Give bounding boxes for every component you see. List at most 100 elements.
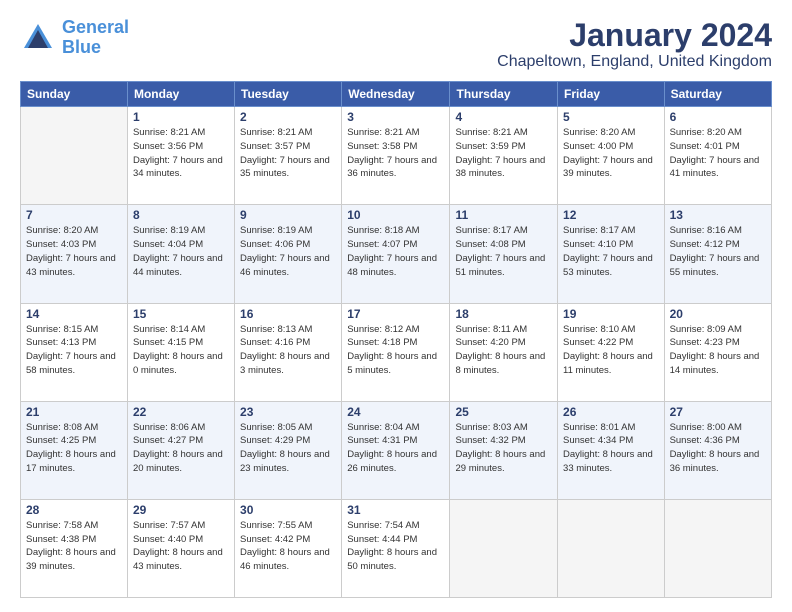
week-row-4: 21 Sunrise: 8:08 AMSunset: 4:25 PMDayligh… xyxy=(21,401,772,499)
day-number: 25 xyxy=(455,405,552,419)
day-number: 30 xyxy=(240,503,336,517)
title-block: January 2024 Chapeltown, England, United… xyxy=(497,18,772,71)
calendar-table: Sunday Monday Tuesday Wednesday Thursday… xyxy=(20,81,772,598)
week-row-5: 28 Sunrise: 7:58 AMSunset: 4:38 PMDayligh… xyxy=(21,499,772,597)
day-number: 11 xyxy=(455,208,552,222)
day-cell: 20 Sunrise: 8:09 AMSunset: 4:23 PMDayligh… xyxy=(664,303,771,401)
day-cell: 29Sunrise: 7:57 AMSunset: 4:40 PMDayligh… xyxy=(127,499,234,597)
day-info: Sunrise: 8:04 AMSunset: 4:31 PMDaylight:… xyxy=(347,421,444,476)
day-number: 13 xyxy=(670,208,766,222)
page: General Blue January 2024 Chapeltown, En… xyxy=(0,0,792,612)
day-number: 28 xyxy=(26,503,122,517)
day-info: Sunrise: 8:17 AMSunset: 4:10 PMDaylight:… xyxy=(563,224,659,279)
day-number: 5 xyxy=(563,110,659,124)
day-info: Sunrise: 8:17 AMSunset: 4:08 PMDaylight:… xyxy=(455,224,552,279)
day-info: Sunrise: 7:55 AMSunset: 4:42 PMDaylight:… xyxy=(240,519,336,574)
day-cell: 18 Sunrise: 8:11 AMSunset: 4:20 PMDayligh… xyxy=(450,303,558,401)
day-cell: 15 Sunrise: 8:14 AMSunset: 4:15 PMDayligh… xyxy=(127,303,234,401)
day-cell: 6Sunrise: 8:20 AMSunset: 4:01 PMDaylight… xyxy=(664,107,771,205)
logo-text: General Blue xyxy=(62,18,129,58)
day-cell: 26Sunrise: 8:01 AMSunset: 4:34 PMDayligh… xyxy=(558,401,665,499)
day-info: Sunrise: 8:20 AMSunset: 4:00 PMDaylight:… xyxy=(563,126,659,181)
day-info: Sunrise: 7:58 AMSunset: 4:38 PMDaylight:… xyxy=(26,519,122,574)
day-info: Sunrise: 8:05 AMSunset: 4:29 PMDaylight:… xyxy=(240,421,336,476)
day-cell: 11 Sunrise: 8:17 AMSunset: 4:08 PMDayligh… xyxy=(450,205,558,303)
header-wednesday: Wednesday xyxy=(342,82,450,107)
header-friday: Friday xyxy=(558,82,665,107)
day-number: 27 xyxy=(670,405,766,419)
day-cell xyxy=(450,499,558,597)
day-cell: 5 Sunrise: 8:20 AMSunset: 4:00 PMDaylight… xyxy=(558,107,665,205)
day-info: Sunrise: 8:01 AMSunset: 4:34 PMDaylight:… xyxy=(563,421,659,476)
day-cell: 24 Sunrise: 8:04 AMSunset: 4:31 PMDayligh… xyxy=(342,401,450,499)
day-number: 10 xyxy=(347,208,444,222)
header-thursday: Thursday xyxy=(450,82,558,107)
day-number: 23 xyxy=(240,405,336,419)
day-info: Sunrise: 8:15 AMSunset: 4:13 PMDaylight:… xyxy=(26,323,122,378)
day-cell: 25 Sunrise: 8:03 AMSunset: 4:32 PMDayligh… xyxy=(450,401,558,499)
day-number: 19 xyxy=(563,307,659,321)
weekday-header-row: Sunday Monday Tuesday Wednesday Thursday… xyxy=(21,82,772,107)
day-cell: 22 Sunrise: 8:06 AMSunset: 4:27 PMDayligh… xyxy=(127,401,234,499)
day-cell: 23 Sunrise: 8:05 AMSunset: 4:29 PMDayligh… xyxy=(235,401,342,499)
day-cell: 9 Sunrise: 8:19 AMSunset: 4:06 PMDaylight… xyxy=(235,205,342,303)
day-number: 24 xyxy=(347,405,444,419)
day-cell xyxy=(21,107,128,205)
day-info: Sunrise: 8:09 AMSunset: 4:23 PMDaylight:… xyxy=(670,323,766,378)
day-cell: 3 Sunrise: 8:21 AMSunset: 3:58 PMDaylight… xyxy=(342,107,450,205)
day-cell: 14 Sunrise: 8:15 AMSunset: 4:13 PMDayligh… xyxy=(21,303,128,401)
logo-icon xyxy=(20,20,56,56)
day-number: 2 xyxy=(240,110,336,124)
day-number: 8 xyxy=(133,208,229,222)
day-info: Sunrise: 8:06 AMSunset: 4:27 PMDaylight:… xyxy=(133,421,229,476)
day-cell: 27Sunrise: 8:00 AMSunset: 4:36 PMDayligh… xyxy=(664,401,771,499)
day-cell: 7 Sunrise: 8:20 AMSunset: 4:03 PMDaylight… xyxy=(21,205,128,303)
day-info: Sunrise: 8:14 AMSunset: 4:15 PMDaylight:… xyxy=(133,323,229,378)
day-number: 9 xyxy=(240,208,336,222)
day-number: 12 xyxy=(563,208,659,222)
day-info: Sunrise: 8:20 AMSunset: 4:01 PMDaylight:… xyxy=(670,126,766,181)
header-sunday: Sunday xyxy=(21,82,128,107)
day-number: 17 xyxy=(347,307,444,321)
header-monday: Monday xyxy=(127,82,234,107)
day-cell: 13Sunrise: 8:16 AMSunset: 4:12 PMDayligh… xyxy=(664,205,771,303)
header-tuesday: Tuesday xyxy=(235,82,342,107)
day-info: Sunrise: 7:57 AMSunset: 4:40 PMDaylight:… xyxy=(133,519,229,574)
week-row-3: 14 Sunrise: 8:15 AMSunset: 4:13 PMDayligh… xyxy=(21,303,772,401)
day-info: Sunrise: 8:11 AMSunset: 4:20 PMDaylight:… xyxy=(455,323,552,378)
day-number: 20 xyxy=(670,307,766,321)
day-number: 15 xyxy=(133,307,229,321)
day-cell: 19 Sunrise: 8:10 AMSunset: 4:22 PMDayligh… xyxy=(558,303,665,401)
day-number: 4 xyxy=(455,110,552,124)
day-number: 14 xyxy=(26,307,122,321)
logo-line2: Blue xyxy=(62,37,101,57)
day-cell: 31 Sunrise: 7:54 AMSunset: 4:44 PMDayligh… xyxy=(342,499,450,597)
day-number: 1 xyxy=(133,110,229,124)
day-info: Sunrise: 8:10 AMSunset: 4:22 PMDaylight:… xyxy=(563,323,659,378)
day-info: Sunrise: 8:20 AMSunset: 4:03 PMDaylight:… xyxy=(26,224,122,279)
day-info: Sunrise: 8:21 AMSunset: 3:59 PMDaylight:… xyxy=(455,126,552,181)
day-number: 18 xyxy=(455,307,552,321)
day-cell: 16Sunrise: 8:13 AMSunset: 4:16 PMDayligh… xyxy=(235,303,342,401)
day-info: Sunrise: 8:19 AMSunset: 4:04 PMDaylight:… xyxy=(133,224,229,279)
day-number: 7 xyxy=(26,208,122,222)
day-cell xyxy=(558,499,665,597)
location-title: Chapeltown, England, United Kingdom xyxy=(497,53,772,71)
day-cell: 2 Sunrise: 8:21 AMSunset: 3:57 PMDaylight… xyxy=(235,107,342,205)
day-cell: 10Sunrise: 8:18 AMSunset: 4:07 PMDayligh… xyxy=(342,205,450,303)
day-info: Sunrise: 7:54 AMSunset: 4:44 PMDaylight:… xyxy=(347,519,444,574)
day-number: 22 xyxy=(133,405,229,419)
day-info: Sunrise: 8:03 AMSunset: 4:32 PMDaylight:… xyxy=(455,421,552,476)
day-info: Sunrise: 8:08 AMSunset: 4:25 PMDaylight:… xyxy=(26,421,122,476)
day-info: Sunrise: 8:21 AMSunset: 3:57 PMDaylight:… xyxy=(240,126,336,181)
week-row-2: 7 Sunrise: 8:20 AMSunset: 4:03 PMDaylight… xyxy=(21,205,772,303)
day-info: Sunrise: 8:19 AMSunset: 4:06 PMDaylight:… xyxy=(240,224,336,279)
day-cell: 4 Sunrise: 8:21 AMSunset: 3:59 PMDaylight… xyxy=(450,107,558,205)
day-cell: 28 Sunrise: 7:58 AMSunset: 4:38 PMDayligh… xyxy=(21,499,128,597)
day-cell: 8 Sunrise: 8:19 AMSunset: 4:04 PMDaylight… xyxy=(127,205,234,303)
day-cell: 30 Sunrise: 7:55 AMSunset: 4:42 PMDayligh… xyxy=(235,499,342,597)
day-number: 31 xyxy=(347,503,444,517)
day-info: Sunrise: 8:21 AMSunset: 3:58 PMDaylight:… xyxy=(347,126,444,181)
day-number: 3 xyxy=(347,110,444,124)
day-number: 21 xyxy=(26,405,122,419)
